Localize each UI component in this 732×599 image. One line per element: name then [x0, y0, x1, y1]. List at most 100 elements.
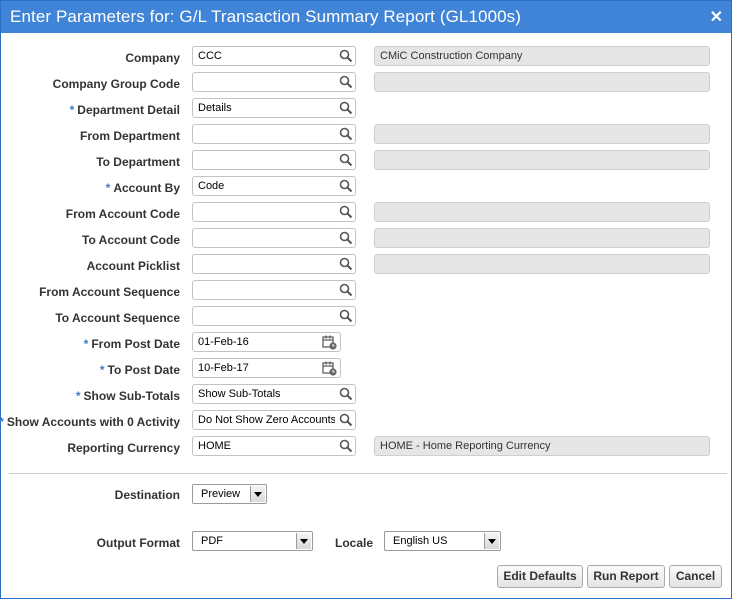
- account-picklist-label-text: Account Picklist: [86, 259, 180, 273]
- search-icon[interactable]: [339, 257, 353, 271]
- to-department-input[interactable]: [192, 150, 356, 170]
- company-group-code-input[interactable]: [192, 72, 356, 92]
- from-account-sequence-input[interactable]: [192, 280, 356, 300]
- output-format-label: Output Format: [96, 536, 180, 550]
- account-picklist-label: Account Picklist: [0, 259, 180, 273]
- from-account-code-label-text: From Account Code: [65, 207, 180, 221]
- to-account-code-label-text: To Account Code: [82, 233, 180, 247]
- search-icon[interactable]: [339, 205, 353, 219]
- to-department-label-text: To Department: [96, 155, 180, 169]
- to-account-code-description: [374, 228, 710, 248]
- to-post-date-label-text: To Post Date: [107, 363, 180, 377]
- close-icon[interactable]: ✕: [710, 7, 723, 27]
- destination-select[interactable]: Preview: [192, 484, 267, 504]
- to-account-code-input[interactable]: [192, 228, 356, 248]
- required-marker: *: [75, 389, 81, 403]
- to-post-date-input[interactable]: 10-Feb-17: [192, 358, 341, 378]
- from-account-code-description: [374, 202, 710, 222]
- to-post-date-label: * To Post Date: [0, 363, 180, 377]
- show-sub-totals-label-text: Show Sub-Totals: [83, 389, 180, 403]
- locale-select[interactable]: English US: [384, 531, 501, 551]
- search-icon[interactable]: [339, 153, 353, 167]
- required-marker: *: [105, 181, 111, 195]
- search-icon[interactable]: [339, 413, 353, 427]
- required-marker: *: [0, 415, 4, 429]
- account-picklist-description: [374, 254, 710, 274]
- company-input[interactable]: CCC: [192, 46, 356, 66]
- required-marker: *: [99, 363, 105, 377]
- department-detail-label: * Department Detail: [0, 103, 180, 117]
- account-by-label-text: Account By: [113, 181, 180, 195]
- reporting-currency-description-text: HOME - Home Reporting Currency: [380, 440, 551, 452]
- chevron-down-icon[interactable]: [484, 533, 499, 549]
- search-icon[interactable]: [339, 101, 353, 115]
- to-post-date-value: 10-Feb-17: [198, 362, 249, 374]
- company-description-text: CMiC Construction Company: [380, 50, 523, 62]
- locale-value: English US: [393, 535, 448, 547]
- reporting-currency-label: Reporting Currency: [0, 441, 180, 455]
- account-by-input[interactable]: Code: [192, 176, 356, 196]
- search-icon[interactable]: [339, 75, 353, 89]
- from-post-date-input[interactable]: 01-Feb-16: [192, 332, 341, 352]
- chevron-down-icon[interactable]: [250, 486, 265, 502]
- company-group-code-label-text: Company Group Code: [52, 77, 180, 91]
- show-accounts-with-0-activity-label: *Show Accounts with 0 Activity: [0, 415, 180, 429]
- output-format-select[interactable]: PDF: [192, 531, 313, 551]
- department-detail-input[interactable]: Details: [192, 98, 356, 118]
- required-marker: *: [69, 103, 75, 117]
- chevron-down-icon[interactable]: [296, 533, 311, 549]
- from-account-code-label: From Account Code: [0, 207, 180, 221]
- destination-value: Preview: [201, 488, 241, 500]
- from-post-date-value: 01-Feb-16: [198, 336, 249, 348]
- from-account-sequence-label-text: From Account Sequence: [39, 285, 180, 299]
- search-icon[interactable]: [339, 179, 353, 193]
- company-group-code-label: Company Group Code: [0, 77, 180, 91]
- output-format-value: PDF: [201, 535, 223, 547]
- from-post-date-label-text: From Post Date: [91, 337, 180, 351]
- search-icon[interactable]: [339, 387, 353, 401]
- edit-defaults-button[interactable]: Edit Defaults: [497, 565, 583, 588]
- company-label-text: Company: [125, 51, 180, 65]
- reporting-currency-description: HOME - Home Reporting Currency: [374, 436, 710, 456]
- locale-label: Locale: [335, 536, 374, 550]
- department-detail-label-text: Department Detail: [77, 103, 180, 117]
- search-icon[interactable]: [339, 127, 353, 141]
- to-department-label: To Department: [0, 155, 180, 169]
- from-department-label: From Department: [0, 129, 180, 143]
- department-detail-value: Details: [198, 102, 232, 114]
- company-group-code-description: [374, 72, 710, 92]
- account-by-value: Code: [198, 180, 225, 192]
- parameters-dialog: Enter Parameters for: G/L Transaction Su…: [0, 0, 732, 599]
- cancel-button[interactable]: Cancel: [669, 565, 722, 588]
- from-account-sequence-label: From Account Sequence: [0, 285, 180, 299]
- reporting-currency-value: HOME: [198, 440, 231, 452]
- search-icon[interactable]: [339, 283, 353, 297]
- account-picklist-input[interactable]: [192, 254, 356, 274]
- from-post-date-label: * From Post Date: [0, 337, 180, 351]
- to-account-sequence-input[interactable]: [192, 306, 356, 326]
- reporting-currency-input[interactable]: HOME: [192, 436, 356, 456]
- run-report-button[interactable]: Run Report: [587, 565, 665, 588]
- show-accounts-with-0-activity-input[interactable]: Do Not Show Zero Accounts: [192, 410, 356, 430]
- from-department-label-text: From Department: [79, 129, 180, 143]
- show-sub-totals-input[interactable]: Show Sub-Totals: [192, 384, 356, 404]
- to-department-description: [374, 150, 710, 170]
- destination-label: Destination: [114, 488, 180, 502]
- search-icon[interactable]: [339, 439, 353, 453]
- calendar-icon[interactable]: [322, 361, 337, 376]
- search-icon[interactable]: [339, 231, 353, 245]
- search-icon[interactable]: [339, 309, 353, 323]
- dialog-title-bar: Enter Parameters for: G/L Transaction Su…: [1, 1, 731, 33]
- from-department-input[interactable]: [192, 124, 356, 144]
- from-department-description: [374, 124, 710, 144]
- show-sub-totals-value: Show Sub-Totals: [198, 388, 281, 400]
- company-description: CMiC Construction Company: [374, 46, 710, 66]
- reporting-currency-label-text: Reporting Currency: [67, 441, 180, 455]
- calendar-icon[interactable]: [322, 335, 337, 350]
- show-sub-totals-label: * Show Sub-Totals: [0, 389, 180, 403]
- show-accounts-with-0-activity-label-text: Show Accounts with 0 Activity: [6, 415, 180, 429]
- divider: [9, 473, 727, 474]
- account-by-label: * Account By: [0, 181, 180, 195]
- from-account-code-input[interactable]: [192, 202, 356, 222]
- search-icon[interactable]: [339, 49, 353, 63]
